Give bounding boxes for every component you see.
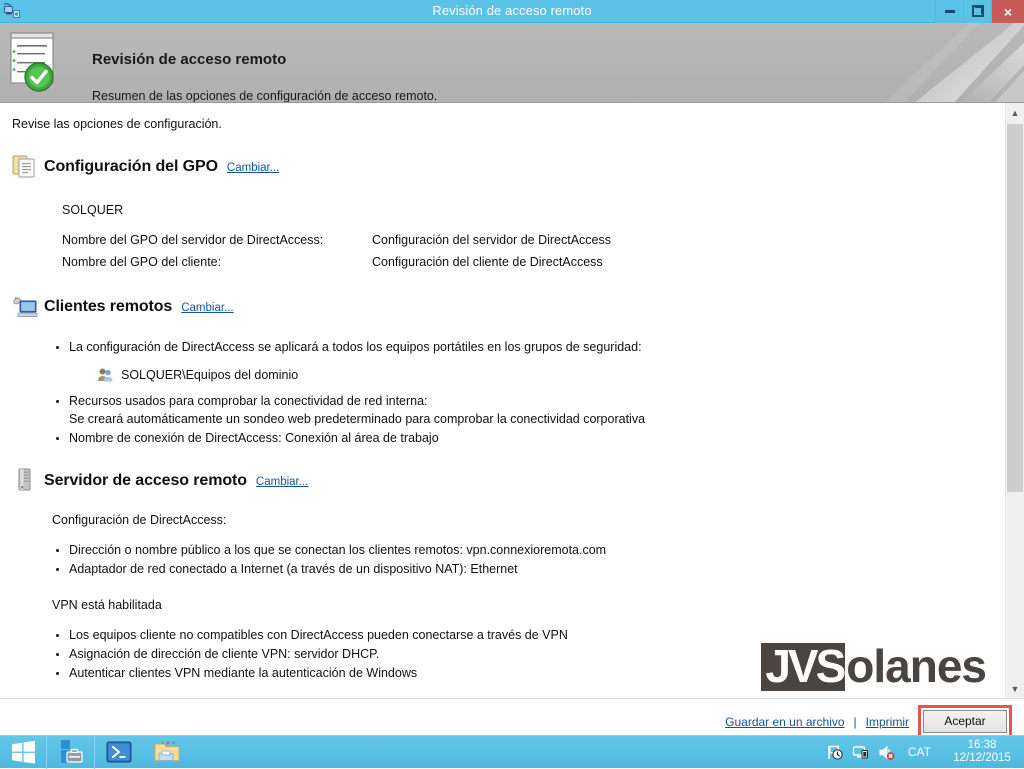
footer-actions: Guardar en un archivo | Imprimir Aceptar: [725, 705, 1012, 738]
footer-separator: |: [854, 715, 857, 729]
ok-button-highlight: Aceptar: [918, 705, 1012, 738]
section-body: Configuración de DirectAccess: Dirección…: [12, 499, 991, 682]
section-body: SOLQUER Nombre del GPO del servidor de D…: [12, 201, 991, 271]
vpn-bullets: Los equipos cliente no compatibles con D…: [52, 626, 991, 682]
change-link-server[interactable]: Cambiar...: [256, 474, 308, 491]
bullet-subtext: Se creará automáticamente un sondeo web …: [69, 410, 991, 428]
scroll-up-icon[interactable]: ▲: [1006, 103, 1024, 122]
change-link-gpo[interactable]: Cambiar...: [227, 160, 279, 177]
list-item: Asignación de dirección de cliente VPN: …: [52, 645, 991, 663]
bullet-text: Los equipos cliente no compatibles con D…: [69, 628, 568, 642]
header-light-streaks: [764, 23, 1024, 103]
section-title: Servidor de acceso remoto: [44, 469, 247, 492]
bullet-text: Autenticar clientes VPN mediante la aute…: [69, 666, 417, 680]
server-tower-icon: [12, 467, 38, 493]
security-group-name: SOLQUER\Equipos del dominio: [121, 366, 298, 384]
powershell-icon: [106, 739, 132, 765]
taskbar-item-powershell[interactable]: [95, 736, 143, 769]
section-header: Servidor de acceso remoto Cambiar...: [12, 467, 991, 493]
window-title: Revisión de acceso remoto: [0, 3, 1024, 18]
scroll-down-icon[interactable]: ▼: [1006, 679, 1024, 698]
content-area: Revise las opciones de configuración. Co…: [0, 103, 1024, 698]
header-subtitle: Resumen de las opciones de configuración…: [92, 89, 437, 103]
bullet-text: Adaptador de red conectado a Internet (a…: [69, 562, 518, 576]
clock[interactable]: 16:38 12/12/2015: [944, 739, 1016, 765]
checklist-check-icon: [9, 31, 65, 93]
clock-date: 12/12/2015: [948, 752, 1016, 765]
bullet-text: La configuración de DirectAccess se apli…: [69, 340, 642, 354]
system-tray: CAT 16:38 12/12/2015: [826, 736, 1024, 769]
network-icon[interactable]: [852, 744, 869, 761]
header-title: Revisión de acceso remoto: [92, 51, 286, 68]
list-item: Adaptador de red conectado a Internet (a…: [52, 560, 991, 578]
minimize-button[interactable]: [935, 0, 963, 23]
gpo-server-row: Nombre del GPO del servidor de DirectAcc…: [62, 231, 991, 249]
intro-text: Revise las opciones de configuración.: [12, 115, 991, 133]
section-body: La configuración de DirectAccess se apli…: [12, 326, 991, 448]
section-header: Clientes remotos Cambiar...: [12, 294, 991, 320]
volume-muted-icon[interactable]: [878, 744, 895, 761]
print-link[interactable]: Imprimir: [866, 715, 909, 729]
gpo-domain-name: SOLQUER: [62, 201, 991, 219]
change-link-remote-clients[interactable]: Cambiar...: [181, 300, 233, 317]
save-to-file-link[interactable]: Guardar en un archivo: [725, 715, 844, 729]
restore-icon: [972, 6, 983, 17]
clock-time: 16:38: [948, 739, 1016, 752]
list-item: Autenticar clientes VPN mediante la aute…: [52, 664, 991, 682]
bullet-text: Nombre de conexión de DirectAccess: Cone…: [69, 431, 439, 445]
bullet-text: Asignación de dirección de cliente VPN: …: [69, 647, 379, 661]
taskbar-items: [47, 736, 191, 769]
restore-button[interactable]: [963, 0, 991, 23]
section-title: Clientes remotos: [44, 295, 172, 318]
section-header: Configuración del GPO Cambiar...: [12, 153, 991, 179]
remote-clients-bullets: La configuración de DirectAccess se apli…: [52, 338, 991, 448]
user-group-icon: [97, 367, 114, 383]
directaccess-bullets: Dirección o nombre público a los que se …: [52, 541, 991, 578]
clipboard-document-icon: [12, 153, 38, 179]
taskbar-item-server-manager[interactable]: [47, 736, 95, 769]
windows-start-icon: [12, 741, 35, 764]
gpo-server-value: Configuración del servidor de DirectAcce…: [372, 231, 991, 249]
list-item: La configuración de DirectAccess se apli…: [52, 338, 991, 384]
title-bar: Revisión de acceso remoto ×: [0, 0, 1024, 23]
list-item: Nombre de conexión de DirectAccess: Cone…: [52, 429, 991, 447]
review-content: Revise las opciones de configuración. Co…: [0, 103, 1005, 698]
dialog-footer: Guardar en un archivo | Imprimir Aceptar: [0, 698, 1024, 735]
accept-button[interactable]: Aceptar: [923, 710, 1007, 733]
section-gpo-configuration: Configuración del GPO Cambiar... SOLQUER…: [12, 153, 991, 271]
remote-client-computer-icon: [12, 294, 38, 320]
bullet-text: Dirección o nombre público a los que se …: [69, 543, 606, 557]
server-manager-icon: [57, 738, 85, 766]
close-button[interactable]: ×: [991, 0, 1024, 23]
start-button[interactable]: [0, 736, 47, 769]
list-item: Los equipos cliente no compatibles con D…: [52, 626, 991, 644]
language-indicator[interactable]: CAT: [904, 745, 935, 759]
bullet-text: Recursos usados para comprobar la conect…: [69, 394, 428, 408]
gpo-client-row: Nombre del GPO del cliente: Configuració…: [62, 253, 991, 271]
file-explorer-icon: [153, 739, 181, 765]
gpo-client-key: Nombre del GPO del cliente:: [62, 253, 372, 271]
remote-access-review-dialog: Revisión de acceso remoto ×: [0, 0, 1024, 735]
gpo-client-value: Configuración del cliente de DirectAcces…: [372, 253, 991, 271]
security-group-row: SOLQUER\Equipos del dominio: [97, 366, 991, 384]
close-icon: ×: [1004, 4, 1012, 20]
taskbar-item-file-explorer[interactable]: [143, 736, 191, 769]
section-remote-clients: Clientes remotos Cambiar... La configura…: [12, 294, 991, 448]
directaccess-heading: Configuración de DirectAccess:: [52, 511, 991, 529]
vpn-heading: VPN está habilitada: [52, 596, 991, 614]
list-item: Dirección o nombre público a los que se …: [52, 541, 991, 559]
minimize-icon: [945, 10, 955, 13]
gpo-server-key: Nombre del GPO del servidor de DirectAcc…: [62, 231, 372, 249]
window-controls: ×: [935, 0, 1024, 23]
content-scrollbar[interactable]: ▲ ▼: [1005, 103, 1024, 698]
windows-taskbar: CAT 16:38 12/12/2015: [0, 735, 1024, 768]
dialog-header: Revisión de acceso remoto Resumen de las…: [0, 23, 1024, 103]
section-title: Configuración del GPO: [44, 155, 218, 178]
list-item: Recursos usados para comprobar la conect…: [52, 392, 991, 428]
scrollbar-thumb[interactable]: [1007, 124, 1023, 492]
section-remote-access-server: Servidor de acceso remoto Cambiar... Con…: [12, 467, 991, 682]
flag-action-center-icon[interactable]: [826, 744, 843, 761]
